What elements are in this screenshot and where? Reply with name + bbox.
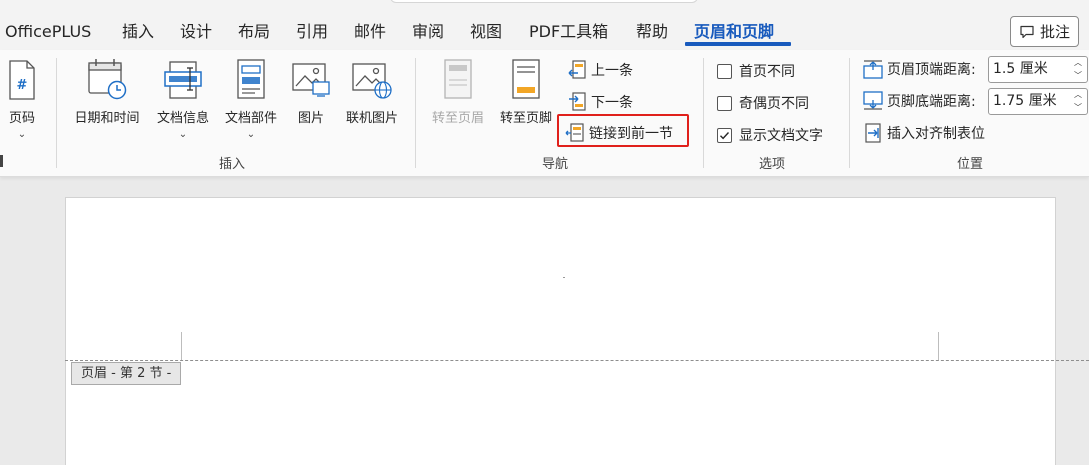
picture-icon	[292, 63, 330, 97]
insert-alignment-tab-button[interactable]: 插入对齐制表位	[863, 123, 985, 143]
insert-alignment-tab-label: 插入对齐制表位	[887, 126, 985, 142]
document-page[interactable]	[65, 197, 1056, 465]
document-info-icon	[164, 61, 202, 99]
picture-label: 图片	[297, 111, 324, 126]
chevron-down-icon[interactable]: ﹀	[1074, 71, 1082, 81]
footer-from-bottom-row: 页脚底端距离:	[863, 91, 976, 111]
group-separator	[56, 58, 57, 168]
checkmark-icon	[720, 131, 730, 139]
cursor-mark	[563, 277, 565, 278]
online-picture-label: 联机图片	[345, 111, 398, 126]
goto-footer-icon	[512, 59, 540, 99]
document-parts-button[interactable]: 文档部件 ⌄	[219, 58, 283, 140]
page-number-button[interactable]: # 页码 ⌄	[4, 58, 40, 140]
footer-from-bottom-input[interactable]: 1.75 厘米 ︿ ﹀	[988, 88, 1088, 115]
ribbon-tab-bar: OfficePLUS 插入 设计 布局 引用 邮件 审阅 视图 PDF工具箱 帮…	[0, 0, 1089, 50]
document-info-button[interactable]: 文档信息 ⌄	[152, 58, 214, 140]
different-odd-even-checkbox[interactable]: 奇偶页不同	[717, 93, 809, 113]
checkbox-box[interactable]	[717, 95, 732, 111]
position-group-label: 位置	[957, 157, 984, 172]
chevron-down-icon: ⌄	[246, 129, 256, 140]
date-time-label: 日期和时间	[74, 111, 140, 126]
comment-icon	[1020, 25, 1034, 38]
next-label: 下一条	[591, 95, 633, 111]
tab-layout[interactable]: 布局	[238, 19, 270, 45]
header-from-top-row: 页眉顶端距离:	[863, 59, 976, 79]
show-document-text-checkbox[interactable]: 显示文档文字	[717, 125, 823, 145]
chevron-up-icon[interactable]: ︿	[1074, 90, 1082, 100]
footer-from-bottom-value: 1.75 厘米	[993, 93, 1057, 109]
goto-header-icon	[444, 59, 472, 99]
different-first-page-checkbox[interactable]: 首页不同	[717, 61, 795, 81]
goto-header-label: 转至页眉	[431, 111, 484, 126]
goto-header-button[interactable]: 转至页眉	[427, 58, 489, 126]
margin-marker-right	[938, 332, 939, 360]
chevron-up-icon[interactable]: ︿	[1074, 58, 1082, 68]
footer-from-bottom-label: 页脚底端距离:	[887, 94, 976, 110]
tab-references[interactable]: 引用	[296, 19, 328, 45]
tab-officeplus[interactable]: OfficePLUS	[5, 19, 91, 45]
document-parts-label: 文档部件	[224, 111, 277, 126]
tab-view[interactable]: 视图	[470, 19, 502, 45]
chevron-down-icon: ⌄	[178, 129, 188, 140]
date-time-button[interactable]: 日期和时间	[67, 58, 147, 126]
title-search-box[interactable]	[390, 0, 698, 3]
margin-marker-left	[181, 332, 182, 360]
checkbox-box[interactable]	[717, 127, 732, 143]
header-boundary-line	[65, 360, 1089, 361]
next-section-icon	[569, 92, 586, 111]
comment-button[interactable]: 批注	[1010, 16, 1079, 47]
previous-section-icon	[568, 60, 586, 79]
next-button[interactable]: 下一条	[567, 89, 633, 115]
different-odd-even-label: 奇偶页不同	[739, 96, 809, 112]
document-parts-icon	[237, 59, 265, 99]
header-position-icon	[863, 60, 883, 79]
comment-button-label: 批注	[1039, 23, 1070, 41]
page-number-label: 页码	[8, 111, 35, 126]
svg-text:#: #	[17, 78, 28, 93]
header-from-top-value: 1.5 厘米	[993, 61, 1048, 77]
tab-pdf-toolbox[interactable]: PDF工具箱	[529, 19, 608, 45]
online-picture-button[interactable]: 联机图片	[340, 58, 404, 126]
active-tab-indicator	[685, 42, 791, 46]
navigation-group-label: 导航	[542, 157, 569, 172]
spinner-arrows[interactable]: ︿ ﹀	[1072, 58, 1084, 81]
chevron-down-icon: ⌄	[17, 129, 27, 140]
group-separator	[703, 58, 704, 168]
page-number-icon: #	[9, 60, 35, 100]
spinner-arrows[interactable]: ︿ ﹀	[1072, 90, 1084, 113]
checkbox-box[interactable]	[717, 63, 732, 79]
group-separator	[849, 58, 850, 168]
options-group-label: 选项	[759, 157, 786, 172]
online-picture-icon	[352, 63, 392, 99]
different-first-page-label: 首页不同	[739, 64, 795, 80]
document-info-label: 文档信息	[156, 111, 209, 126]
alignment-tab-icon	[865, 123, 881, 143]
header-from-top-input[interactable]: 1.5 厘米 ︿ ﹀	[988, 56, 1088, 83]
previous-button[interactable]: 上一条	[567, 57, 633, 83]
group-separator	[415, 58, 416, 168]
tab-mailings[interactable]: 邮件	[354, 19, 386, 45]
header-section-tag: 页眉 - 第 2 节 -	[71, 362, 182, 385]
goto-footer-button[interactable]: 转至页脚	[495, 58, 557, 126]
group-label-fragment	[0, 155, 3, 167]
previous-label: 上一条	[591, 63, 633, 79]
calendar-clock-icon	[88, 59, 127, 100]
footer-position-icon	[863, 91, 883, 110]
tab-design[interactable]: 设计	[180, 19, 212, 45]
tab-help[interactable]: 帮助	[636, 19, 668, 45]
header-from-top-label: 页眉顶端距离:	[887, 62, 976, 78]
show-document-text-label: 显示文档文字	[739, 128, 823, 144]
tab-review[interactable]: 审阅	[412, 19, 444, 45]
goto-footer-label: 转至页脚	[499, 111, 552, 126]
tab-insert[interactable]: 插入	[122, 19, 154, 45]
picture-button[interactable]: 图片	[290, 58, 332, 126]
chevron-down-icon[interactable]: ﹀	[1074, 103, 1082, 113]
ribbon: # 页码 ⌄ 日期和时间 文档信息 ⌄ 文档部件 ⌄ 图片 联机图片 插入 转至…	[0, 50, 1089, 177]
insert-group-label: 插入	[219, 157, 246, 172]
highlight-box	[557, 114, 689, 147]
